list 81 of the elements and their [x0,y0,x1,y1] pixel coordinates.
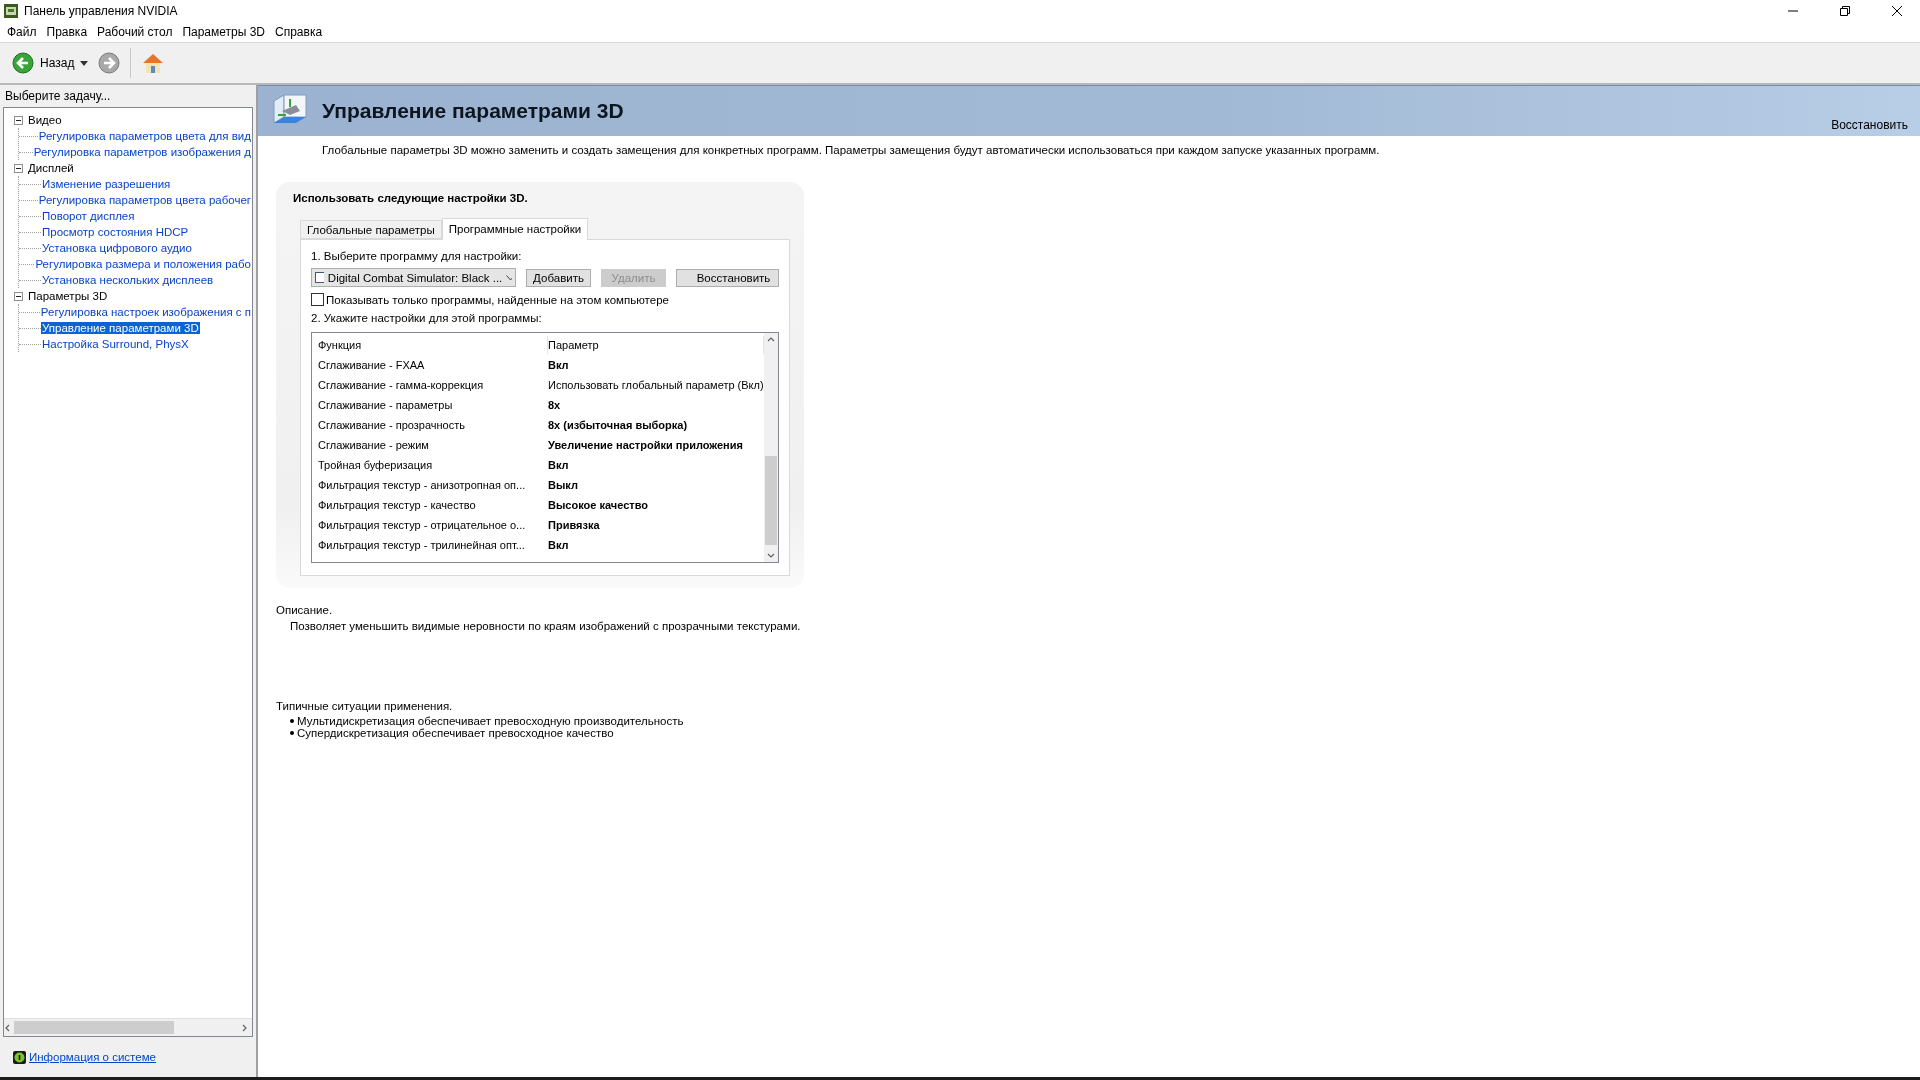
column-header[interactable]: Функция [318,336,548,354]
table-cell-text: Сглаживание - параметры [318,399,454,411]
table-cell-text: Фильтрация текстур - трилинейная опт... [318,539,526,551]
menu-item[interactable]: Рабочий стол [92,25,178,39]
table-cell-text: Вкл [548,459,570,471]
table-cell-text: Сглаживание - гамма-коррекция [318,379,485,391]
tree-category[interactable]: Параметры 3D [25,290,108,302]
bullet-icon [290,731,294,735]
restore-link[interactable]: Восстановить [1831,118,1920,136]
tree-item[interactable]: Изменение разрешения [41,178,172,190]
tree-item[interactable]: Регулировка настроек изображения с п [39,306,252,318]
menu-item[interactable]: Справка [270,25,328,39]
program-dropdown[interactable]: Digital Combat Simulator: Black ... [311,268,516,287]
checkbox-label[interactable]: Показывать только программы, найденные на этом компьютере [326,293,669,306]
table-cell-text: Вкл [548,359,570,371]
app-logo-icon [4,4,18,18]
scroll-left-icon[interactable] [4,1023,12,1032]
table-cell-text: Фильтрация текстур - анизотропная оп... [318,479,527,491]
table-cell-text: Тройная буферизация [318,459,434,471]
tree-item[interactable]: Установка нескольких дисплеев [41,274,215,286]
back-button[interactable]: Назад [10,50,77,76]
page-title: Управление параметрами 3D [322,99,625,123]
collapse-icon[interactable] [14,163,23,173]
table-cell: Использовать глобальный параметр (Вкл) [548,379,764,391]
window-title: Панель управления NVIDIA [24,4,179,18]
tree-item[interactable]: Управление параметрами 3D [41,322,200,334]
scroll-up-icon[interactable] [766,336,775,344]
scroll-down-icon[interactable] [766,551,775,559]
vertical-scrollbar[interactable] [763,333,778,562]
table-cell-text: Увеличение настройки приложения [548,439,744,451]
usage-item: Супердискретизация обеспечивает превосходное качество [297,727,614,739]
tree-category[interactable]: Видео [25,114,62,126]
step-label: 2. Укажите настройки для этой программы: [311,312,543,324]
menu-item[interactable]: Параметры 3D [177,25,271,39]
tab[interactable]: Программные настройки [441,218,589,240]
collapse-icon[interactable] [14,291,23,301]
dropdown-caret-icon[interactable] [80,60,89,66]
table-cell-text: 8x (избыточная выборка) [548,419,689,431]
table-cell-text: Сглаживание - прозрачность [318,419,466,431]
table-cell-text: Выкл [548,479,579,491]
tree-item[interactable]: Настройка Surround, PhysX [41,338,190,350]
tree-item[interactable]: Просмотр состояния HDCP [41,226,190,238]
menu-item[interactable]: Правка [41,25,93,39]
panel-heading: Использовать следующие настройки 3D. [293,192,529,204]
table-cell-text: 8x [548,399,562,411]
menu-item[interactable]: Файл [2,25,42,39]
action-button[interactable]: Восстановить [676,268,779,287]
action-button[interactable]: Добавить [526,268,591,287]
table-cell-text: Фильтрация текстур - отрицательное о... [318,519,527,531]
checkbox[interactable] [311,293,324,306]
table-cell-text: Привязка [548,519,601,531]
sidebar-heading: Выберите задачу... [4,88,112,105]
bullet-icon [290,719,294,723]
tree-item[interactable]: Регулировка параметров изображения д [32,146,252,158]
info-icon [13,1050,26,1064]
table-cell-text: Вкл [548,539,570,551]
scroll-right-icon[interactable] [240,1023,248,1032]
tree-item[interactable]: Регулировка параметров цвета для вид [37,130,252,142]
column-header[interactable]: Параметр [548,336,764,354]
forward-icon[interactable] [98,52,121,74]
window-icon [315,272,324,283]
table-cell-text: Сглаживание - режим [318,439,430,451]
table-cell-text: Сглаживание - FXAA [318,359,426,371]
table-cell-text: Высокое качество [548,499,649,511]
table-cell-text: Фильтрация текстур - качество [318,499,477,511]
tree-item[interactable]: Установка цифрового аудио [41,242,193,254]
usage-heading: Типичные ситуации применения. [276,700,454,712]
dropdown-caret-icon [506,274,512,281]
tree-item[interactable]: Регулировка размера и положения рабо [34,258,252,270]
tree-item[interactable]: Поворот дисплея [41,210,136,222]
collapse-icon[interactable] [14,115,23,125]
description-heading: Описание. [276,604,334,616]
tree-category[interactable]: Дисплей [25,162,74,174]
usage-item: Мультидискретизация обеспечивает превосходную производительность [297,715,684,727]
system-info-link[interactable]: Информация о системе [29,1051,156,1063]
horizontal-scrollbar[interactable] [4,1018,252,1036]
tab[interactable]: Глобальные параметры [300,220,442,239]
step-label: 1. Выберите программу для настройки: [311,250,523,262]
intro-text: Глобальные параметры 3D можно заменить и создать замещения для конкретных программ. Параметры замещения будут автоматически использоваться при каждом запуске указанных программ. [322,144,1381,156]
tree-item[interactable]: Регулировка параметров цвета рабочег [37,194,252,206]
description-text: Позволяет уменьшить видимые неровности по краям изображений с прозрачными текстурами. [290,620,802,632]
